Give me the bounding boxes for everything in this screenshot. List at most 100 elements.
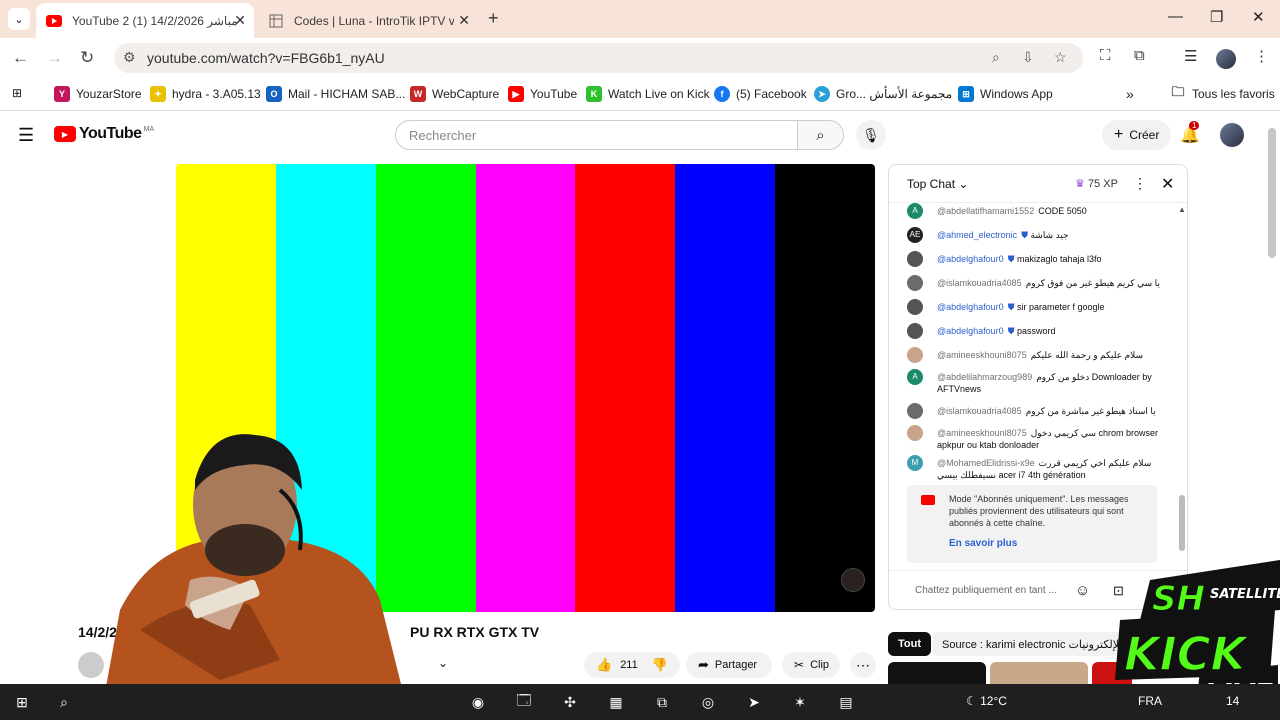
create-button[interactable]: + Créer (1102, 120, 1172, 150)
reload-icon[interactable]: ↻ (80, 48, 94, 68)
chip-all[interactable]: Tout (888, 632, 932, 656)
more-actions-icon[interactable]: ⋯ (850, 652, 876, 678)
menu-kebab-icon[interactable]: ⋮ (1254, 47, 1269, 65)
site-info-icon[interactable]: ⚙ (123, 49, 136, 66)
profile-avatar[interactable] (1216, 49, 1236, 69)
chat-author[interactable]: @amineeskhouni8075 (937, 350, 1027, 360)
close-tab-icon[interactable]: ✕ (458, 12, 470, 29)
clock-date[interactable]: 14 (1226, 694, 1239, 708)
weather-widget[interactable]: ☾ 12°C (966, 694, 1007, 708)
top-chat-dropdown[interactable]: Top Chat ⌄ (907, 177, 968, 191)
emoji-icon[interactable]: ☺ (1075, 582, 1090, 599)
start-windows-icon[interactable]: ⊞ (12, 692, 32, 712)
chat-options-icon[interactable]: ⋮ (1133, 175, 1147, 192)
all-bookmarks[interactable]: 🗀 Tous les favoris (1170, 84, 1274, 102)
bookmark-hydra[interactable]: ✦ hydra - 3.A05.13 (150, 86, 261, 102)
chat-author[interactable]: @abdelghafour0 (937, 302, 1004, 312)
channel-watermark[interactable] (841, 568, 865, 592)
chat-avatar[interactable] (907, 347, 923, 363)
chat-avatar[interactable] (907, 299, 923, 315)
clip-button[interactable]: ✂ Clip (782, 652, 840, 678)
close-tab-icon[interactable]: ✕ (234, 12, 246, 29)
chat-author[interactable]: @MohamedElidrissi-x9e (937, 458, 1035, 468)
chat-author[interactable]: @abdelilahmarzoug989 (937, 372, 1032, 382)
tab-youtube[interactable]: YouTube 2 مباشر 14/2/2026 (1) ✕ (36, 3, 254, 38)
app-calculator-icon[interactable]: ▦ (606, 692, 626, 712)
chat-avatar[interactable] (907, 323, 923, 339)
chat-author[interactable]: @abdelghafour0 (937, 254, 1004, 264)
page-scrollbar[interactable] (1268, 128, 1276, 258)
chat-author[interactable]: @amineeskhouni8075 (937, 428, 1027, 438)
like-dislike-group[interactable]: 👍 211 👎 (584, 652, 680, 678)
screenshot-icon[interactable]: ⛶ (1100, 47, 1111, 64)
app-files-icon[interactable]: 🗔 (514, 692, 534, 712)
dislike-icon[interactable]: 👎 (652, 657, 668, 673)
share-button[interactable]: ➦ Partager (686, 652, 772, 678)
extensions-icon[interactable]: ⧉ (1134, 47, 1145, 64)
bookmark-youzarstore[interactable]: Y YouzarStore (54, 86, 142, 102)
forward-icon[interactable]: → (46, 48, 63, 68)
restore-icon[interactable]: ❐ (1210, 8, 1223, 26)
search-icon[interactable]: ⌕ (54, 692, 74, 712)
voice-search-button[interactable]: 🎙 (856, 120, 886, 150)
bookmark-star-icon[interactable]: ☆ (1054, 49, 1067, 66)
chat-author[interactable]: @ahmed_electronic (937, 230, 1017, 240)
bookmark-youtube[interactable]: ▶ YouTube (508, 86, 577, 102)
app-telegram-icon[interactable]: ➤ (744, 692, 764, 712)
chat-avatar[interactable] (907, 425, 923, 441)
like-icon[interactable]: 👍 (596, 657, 612, 673)
tab-search-chevron-icon[interactable]: ⌄ (8, 8, 30, 30)
scroll-up-icon[interactable]: ▲ (1178, 205, 1186, 214)
search-input[interactable]: Rechercher (395, 120, 798, 150)
xp-badge[interactable]: ♛ 75 XP (1075, 177, 1118, 190)
app-tool-icon[interactable]: ✣ (560, 692, 580, 712)
bookmark-webcapture[interactable]: W WebCapture (410, 86, 499, 102)
close-window-icon[interactable]: ✕ (1252, 8, 1265, 26)
media-icon[interactable]: ☰ (1184, 47, 1197, 65)
chat-author[interactable]: @abdelghafour0 (937, 326, 1004, 336)
chat-avatar[interactable] (907, 403, 923, 419)
bookmark-telegram[interactable]: ➤ Gro... مجموعة الأسأش (814, 86, 952, 102)
learn-more-link[interactable]: En savoir plus (949, 538, 1017, 549)
account-avatar[interactable] (1220, 123, 1244, 147)
minimize-icon[interactable]: — (1168, 8, 1183, 25)
related-thumbnail[interactable] (990, 662, 1088, 686)
bookmark-mail[interactable]: O Mail - HICHAM SAB... (266, 86, 405, 102)
close-chat-icon[interactable]: ✕ (1161, 174, 1174, 194)
chat-avatar[interactable]: M (907, 455, 923, 471)
bookmark-kick[interactable]: K Watch Live on Kick (586, 86, 710, 102)
more-bookmarks-icon[interactable]: » (1126, 86, 1134, 102)
chat-avatar[interactable]: A (907, 203, 923, 219)
app-obs-icon[interactable]: ◉ (468, 692, 488, 712)
chat-author[interactable]: @islamkouadria4085 (937, 406, 1022, 416)
app-notes-icon[interactable]: ▤ (836, 692, 856, 712)
app-satellite-icon[interactable]: ✶ (790, 692, 810, 712)
bookmark-label: (5) Facebook (736, 87, 807, 101)
notifications-button[interactable]: 🔔 1 (1180, 121, 1200, 145)
apps-grid-icon[interactable]: ⊞ (12, 86, 22, 100)
chat-author[interactable]: @islamkouadria4085 (937, 278, 1022, 288)
app-chrome-icon[interactable]: ◎ (698, 692, 718, 712)
chat-avatar[interactable] (907, 251, 923, 267)
hamburger-menu-icon[interactable]: ☰ (18, 125, 34, 146)
bookmark-windows-app[interactable]: ⊞ Windows App (958, 86, 1053, 102)
app-manager-icon[interactable]: ⧉ (652, 692, 672, 712)
youtube-logo[interactable]: ▶ YouTube MA (54, 125, 154, 143)
chat-avatar[interactable] (907, 275, 923, 291)
language-indicator[interactable]: FRA (1138, 694, 1162, 708)
chat-author[interactable]: @abdellatifhamami1552 (937, 206, 1034, 216)
chip-source[interactable]: Source : karimi electronic كريمي للإلكتر… (932, 632, 1132, 656)
address-bar[interactable]: ⚙ youtube.com/watch?v=FBG6b1_nyAU ⌕ ⇩ ☆ (114, 43, 1083, 73)
chat-avatar[interactable]: AE (907, 227, 923, 243)
chat-input[interactable]: Chattez publiquement en tant ... (915, 585, 1057, 596)
new-tab-icon[interactable]: + (488, 8, 499, 29)
chat-scrollbar[interactable] (1179, 495, 1185, 551)
install-icon[interactable]: ⇩ (1022, 49, 1034, 66)
back-icon[interactable]: ← (12, 48, 29, 68)
bookmark-facebook[interactable]: f (5) Facebook (714, 86, 807, 102)
search-button[interactable]: ⌕ (797, 120, 844, 150)
chat-avatar[interactable]: A (907, 369, 923, 385)
zoom-icon[interactable]: ⌕ (992, 49, 1000, 66)
related-thumbnail[interactable] (888, 662, 986, 686)
tab-codes[interactable]: Codes | Luna - IntroTik IPTV v2. ✕ (258, 3, 478, 38)
